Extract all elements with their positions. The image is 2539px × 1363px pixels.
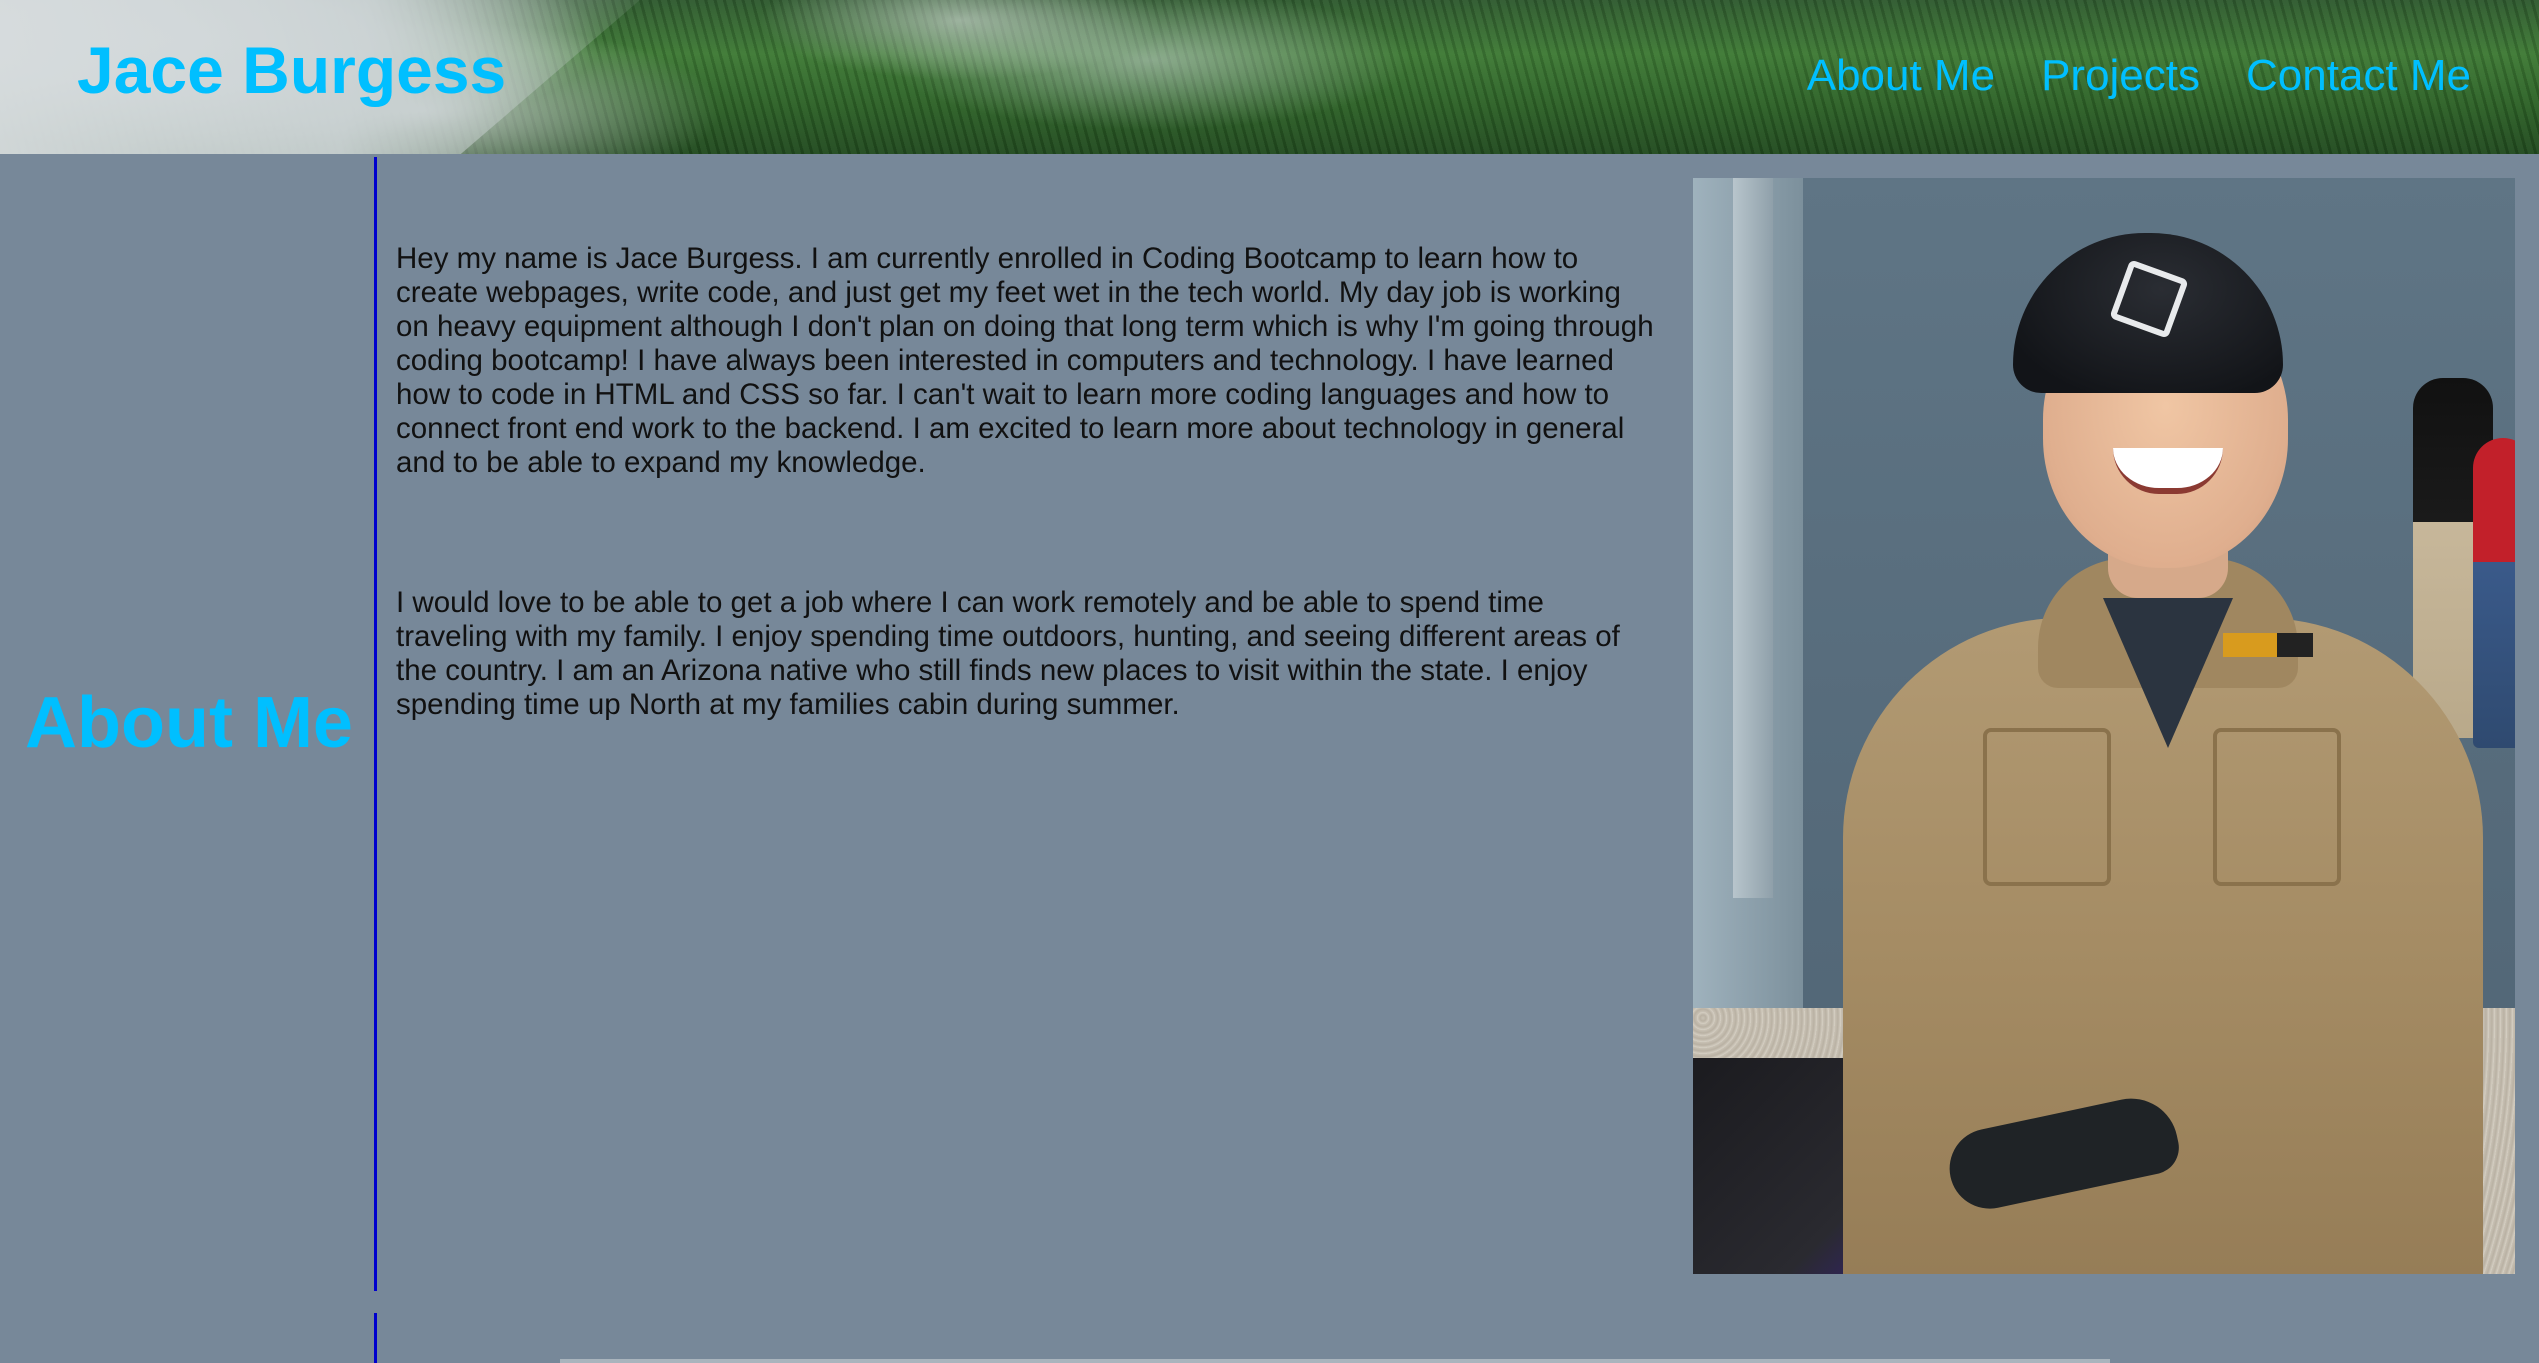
about-heading-container: About Me — [0, 154, 374, 1292]
site-title: Jace Burgess — [77, 33, 507, 107]
section-divider — [374, 157, 377, 1291]
bio-paragraph-2: I would love to be able to get a job whe… — [396, 586, 1620, 721]
next-section-border — [560, 1359, 2110, 1363]
about-heading: About Me — [25, 683, 353, 763]
bio-paragraph-1: Hey my name is Jace Burgess. I am curren… — [396, 242, 1654, 479]
site-header: Jace Burgess About Me Projects Contact M… — [0, 0, 2539, 154]
about-bio: Hey my name is Jace Burgess. I am curren… — [396, 242, 1656, 722]
nav-link-contact-me[interactable]: Contact Me — [2246, 44, 2471, 108]
nav-link-projects[interactable]: Projects — [2041, 44, 2200, 108]
next-section-divider — [374, 1313, 377, 1363]
nav-link-about-me[interactable]: About Me — [1807, 44, 1995, 108]
profile-photo — [1693, 178, 2515, 1274]
main-nav: About Me Projects Contact Me — [1807, 44, 2471, 108]
